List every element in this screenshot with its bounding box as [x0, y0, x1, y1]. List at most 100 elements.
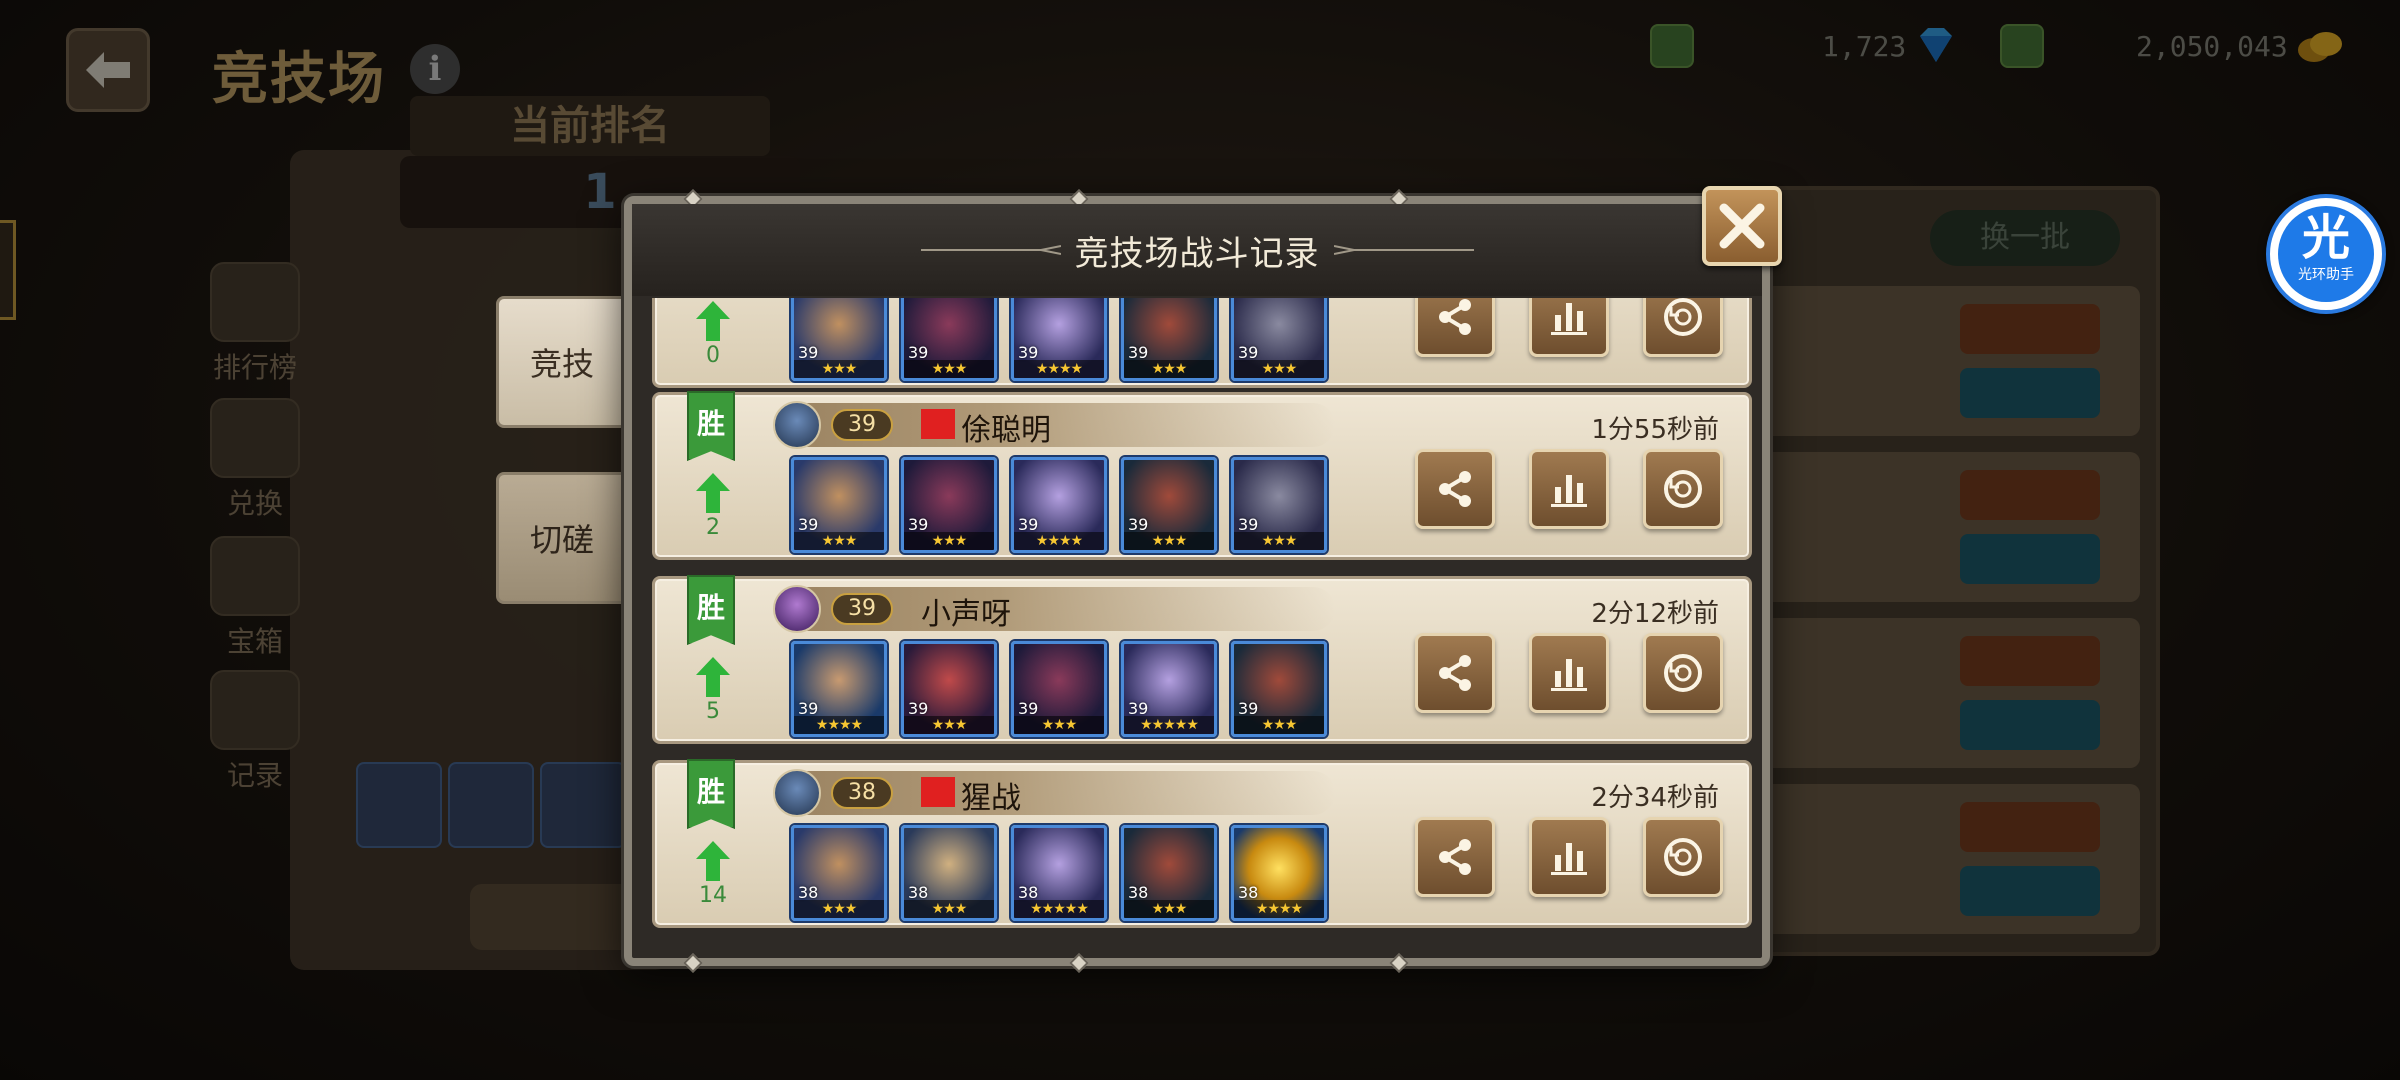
record-actions: [1415, 633, 1723, 713]
player-avatar[interactable]: [773, 401, 821, 449]
opponent-row: [1760, 452, 2140, 602]
hero-stars: ★★★★★: [1124, 716, 1214, 734]
player-avatar[interactable]: [773, 585, 821, 633]
replay-button[interactable]: [1643, 817, 1723, 897]
hero-stars: ★★★: [1124, 900, 1214, 918]
hero-portrait[interactable]: 39 ★★★: [901, 298, 997, 381]
arrow-up-icon: [696, 301, 730, 341]
hero-portrait[interactable]: 38 ★★★★: [1231, 825, 1327, 921]
replay-button[interactable]: [1643, 449, 1723, 529]
guanghuan-logo-char: 光: [2301, 210, 2350, 266]
hero-portrait[interactable]: 39 ★★★: [1231, 457, 1327, 553]
share-button[interactable]: [1415, 817, 1495, 897]
hero-portrait[interactable]: 39 ★★★: [1231, 641, 1327, 737]
gold-currency: 2,050,043: [2000, 24, 2344, 68]
exchange-icon: [210, 398, 300, 478]
rank-change: 14: [695, 841, 731, 908]
share-button[interactable]: [1415, 633, 1495, 713]
rank-change: 0: [695, 301, 731, 368]
hero-portrait[interactable]: 38 ★★★: [901, 825, 997, 921]
hero-portrait[interactable]: 39 ★★★★: [1011, 298, 1107, 381]
hero-stars: ★★★★: [794, 716, 884, 734]
hero-portrait[interactable]: 39 ★★★: [1121, 457, 1217, 553]
record-actions: [1415, 298, 1723, 357]
hero-portrait[interactable]: 39 ★★★★: [791, 641, 887, 737]
info-icon[interactable]: i: [410, 44, 460, 94]
add-gems-button[interactable]: [1650, 24, 1694, 68]
hero-portrait[interactable]: 38 ★★★★★: [1011, 825, 1107, 921]
hero-stars: ★★★★★: [1014, 900, 1104, 918]
hero-portrait[interactable]: 39 ★★★: [1231, 298, 1327, 381]
result-badge: 胜: [687, 391, 735, 461]
bar-chart-icon: [1551, 659, 1587, 691]
hero-portrait[interactable]: 39 ★★★★: [1011, 457, 1107, 553]
stats-button[interactable]: [1529, 633, 1609, 713]
battle-record-row: 胜 14 38 猩战 2分34秒前 38 ★★★ 38 ★★★ 38 ★★★★★ 38 ★★★…: [652, 759, 1752, 928]
tab-sparring[interactable]: 切磋: [496, 472, 628, 604]
battle-record-row: 胜 5 39 小声呀 2分12秒前 39 ★★★★ 39 ★★★ 39 ★★★ 39 ★★★★…: [652, 575, 1752, 744]
stats-button[interactable]: [1529, 298, 1609, 357]
hero-lineup: 39 ★★★ 39 ★★★ 39 ★★★★ 39 ★★★ 39 ★★★: [791, 298, 1327, 381]
hero-lineup: 38 ★★★ 38 ★★★ 38 ★★★★★ 38 ★★★ 38 ★★★★: [791, 825, 1327, 921]
hero-stars: ★★★: [1234, 716, 1324, 734]
player-avatar[interactable]: [773, 769, 821, 817]
hero-portrait[interactable]: 38 ★★★: [1121, 825, 1217, 921]
hero-portrait[interactable]: 39 ★★★: [791, 457, 887, 553]
replay-button[interactable]: [1643, 298, 1723, 357]
gold-coins-icon: [2297, 32, 2342, 62]
hero-portrait[interactable]: 39 ★★★★★: [1121, 641, 1217, 737]
hero-stars: ★★★: [1124, 532, 1214, 550]
guanghuan-label: 光环助手: [2298, 267, 2354, 283]
share-button[interactable]: [1415, 298, 1495, 357]
adjust-lineup-button[interactable]: [470, 884, 650, 950]
hero-portrait[interactable]: 39 ★★★: [901, 641, 997, 737]
hero-portrait[interactable]: 39 ★★★: [901, 457, 997, 553]
hero-stars: ★★★: [1234, 532, 1324, 550]
hero-portrait[interactable]: 39 ★★★: [1011, 641, 1107, 737]
nav-records[interactable]: 记录: [200, 670, 310, 794]
hero-stars: ★★★: [904, 900, 994, 918]
share-icon: [1439, 471, 1471, 507]
record-actions: [1415, 449, 1723, 529]
modal-header: 竞技场战斗记录: [632, 204, 1762, 296]
guanghuan-assistant-button[interactable]: 光 光环助手: [2266, 194, 2386, 314]
opponent-row: [1760, 286, 2140, 436]
flag-icon: [921, 777, 955, 807]
refresh-opponents-button[interactable]: 换一批: [1930, 210, 2120, 266]
tab-arena[interactable]: 竞技: [496, 296, 628, 428]
share-button[interactable]: [1415, 449, 1495, 529]
gem-count: 1,723: [1822, 29, 1907, 63]
battle-record-list[interactable]: 0 39 ★★★ 39 ★★★ 39 ★★★★ 39 ★★★ 39 ★★★ 胜 …: [652, 298, 1752, 954]
gem-currency: 1,723: [1650, 24, 1958, 68]
stats-button[interactable]: [1529, 817, 1609, 897]
close-button[interactable]: [1702, 186, 1782, 266]
replay-button[interactable]: [1643, 633, 1723, 713]
back-button[interactable]: [66, 28, 150, 112]
gold-count: 2,050,043: [2136, 29, 2288, 63]
battle-record-modal: 竞技场战斗记录 0 39 ★★★ 39 ★★★ 39 ★★★★ 39 ★★★ 39 ★★★: [624, 189, 1770, 973]
add-gold-button[interactable]: [2000, 24, 2044, 68]
battle-record-row: 0 39 ★★★ 39 ★★★ 39 ★★★★ 39 ★★★ 39 ★★★: [652, 298, 1752, 388]
hero-stars: ★★★: [794, 900, 884, 918]
stats-button[interactable]: [1529, 449, 1609, 529]
hero-portrait[interactable]: 39 ★★★: [791, 298, 887, 381]
hero-stars: ★★★: [794, 532, 884, 550]
hero-stars: ★★★: [904, 360, 994, 378]
nav-leaderboard[interactable]: 排行榜: [200, 262, 310, 386]
hero-portrait[interactable]: 39 ★★★: [1121, 298, 1217, 381]
rank-change-value: 14: [699, 883, 727, 908]
bar-chart-icon: [1551, 475, 1587, 507]
battle-time: 1分55秒前: [1591, 415, 1719, 445]
nav-chest[interactable]: 宝箱: [200, 536, 310, 660]
arrow-up-icon: [696, 657, 730, 697]
bar-chart-icon: [1551, 303, 1587, 335]
share-icon: [1439, 839, 1471, 875]
share-icon: [1439, 655, 1471, 691]
nav-exchange[interactable]: 兑换: [200, 398, 310, 522]
hero-stars: ★★★★: [1014, 360, 1104, 378]
hero-portrait[interactable]: 38 ★★★: [791, 825, 887, 921]
close-icon: [1719, 203, 1765, 249]
share-icon: [1439, 299, 1471, 335]
rank-change-value: 0: [706, 343, 720, 368]
result-badge: 胜: [687, 575, 735, 645]
